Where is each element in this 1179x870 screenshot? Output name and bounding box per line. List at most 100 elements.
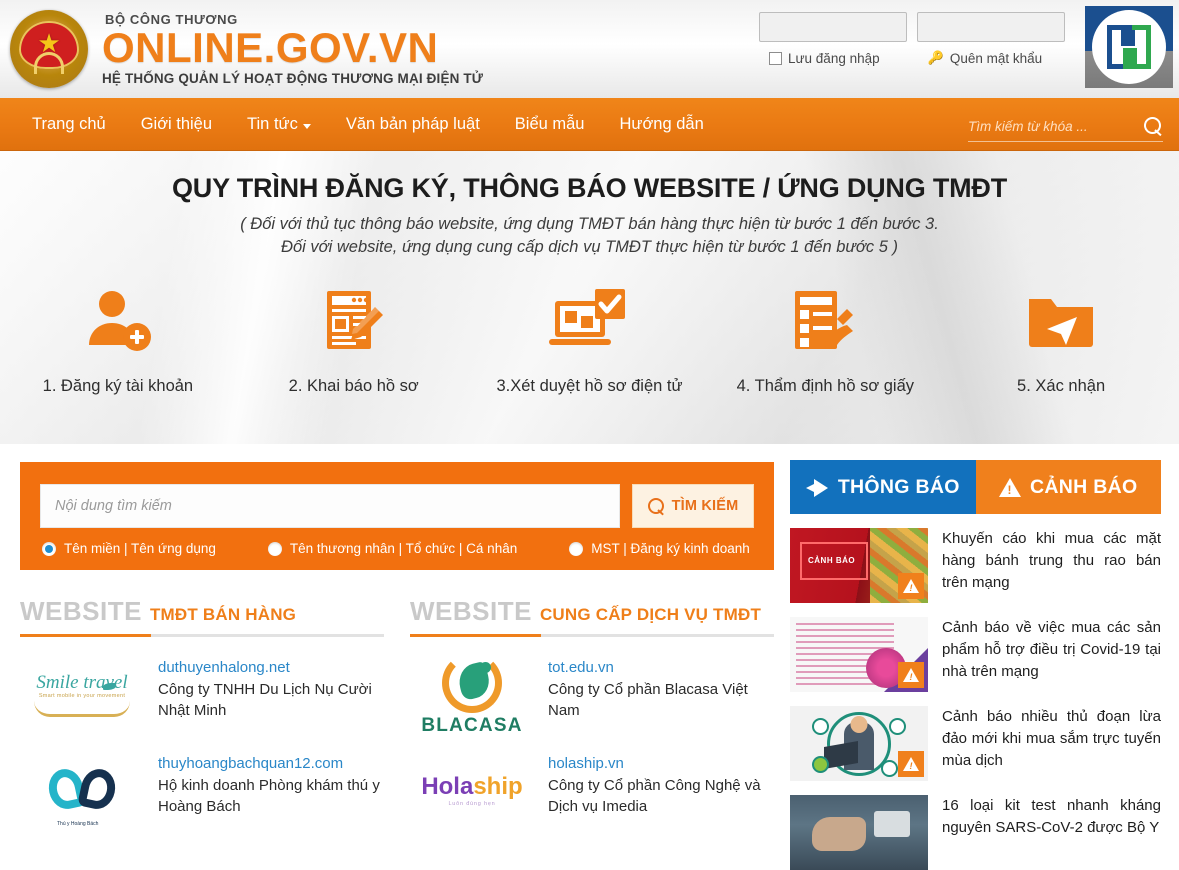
document-edit-icon [236, 281, 472, 363]
right-sidebar: THÔNG BÁO CẢNH BÁO CẢNH BÁO Khuyến cáo k… [790, 444, 1179, 870]
megaphone-icon [805, 478, 829, 497]
warning-badge-icon [898, 751, 924, 777]
website-company-name: Hộ kinh doanh Phòng khám thú y Hoàng Bác… [158, 777, 380, 816]
nav-item-tin-tuc[interactable]: Tin tức [245, 111, 313, 138]
website-company-name: Công ty Cổ phần Blacasa Việt Nam [548, 681, 748, 720]
news-list: CẢNH BÁO Khuyến cáo khi mua các mặt hàng… [790, 528, 1161, 870]
password-field[interactable] [917, 12, 1065, 42]
header-search [968, 117, 1163, 142]
brand-text: BỘ CÔNG THƯƠNG ONLINE.GOV.VN HỆ THỐNG QU… [102, 12, 483, 86]
section-title-accent: CUNG CẤP DỊCH VỤ TMĐT [539, 605, 762, 624]
nav-label: Hướng dẫn [619, 115, 704, 133]
brand-block: ★ BỘ CÔNG THƯƠNG ONLINE.GOV.VN HỆ THỐNG … [0, 10, 483, 88]
nav-item-trang-chu[interactable]: Trang chủ [30, 111, 108, 138]
news-title[interactable]: Cảnh báo về việc mua các sản phẩm hỗ trợ… [942, 617, 1161, 683]
national-emblem-icon: ★ [10, 10, 88, 88]
news-item[interactable]: CẢNH BÁO Khuyến cáo khi mua các mặt hàng… [790, 528, 1161, 603]
hero-subtitle-line1: ( Đối với thủ tục thông báo website, ứng… [240, 215, 939, 233]
main-navigation: Trang chủ Giới thiệu Tin tức Văn bản phá… [0, 98, 1179, 151]
forgot-password-link[interactable]: 🔑 Quên mật khẩu [928, 50, 1043, 66]
tab-canh-bao[interactable]: CẢNH BÁO [975, 460, 1161, 514]
website-meta: holaship.vn Công ty Cổ phần Công Nghệ và… [548, 753, 774, 818]
process-steps: 1. Đăng ký tài khoản 2. Khai báo hồ sơ 3… [0, 281, 1179, 396]
holaship-logo-icon: Holaship Luôn đúng hẹn [421, 772, 523, 807]
registry-search-options: Tên miền | Tên ứng dụng Tên thương nhân … [40, 541, 754, 556]
process-step-5: 5. Xác nhận [943, 281, 1179, 396]
smile-travel-logo-icon: Smile travel Smart mobile in your moveme… [20, 657, 144, 733]
website-list-item[interactable]: Holaship Luôn đúng hẹn holaship.vn Công … [410, 753, 774, 829]
process-step-label: 2. Khai báo hồ sơ [288, 376, 419, 395]
website-sections: WEBSITE TMĐT BÁN HÀNG Smile travel Smart… [20, 596, 774, 829]
website-company-name: Công ty TNHH Du Lịch Nụ Cười Nhật Minh [158, 681, 372, 720]
news-item[interactable]: Cảnh báo về việc mua các sản phẩm hỗ trợ… [790, 617, 1161, 692]
website-domain-link[interactable]: tot.edu.vn [548, 659, 774, 676]
website-domain-link[interactable]: thuyhoangbachquan12.com [158, 755, 384, 772]
website-list-item[interactable]: Smile travel Smart mobile in your moveme… [20, 657, 384, 733]
news-title[interactable]: Khuyến cáo khi mua các mặt hàng bánh tru… [942, 528, 1161, 594]
news-title[interactable]: Cảnh báo nhiều thủ đoạn lừa đảo mới khi … [942, 706, 1161, 772]
radio-dot-icon [267, 541, 282, 556]
news-item[interactable]: Cảnh báo nhiều thủ đoạn lừa đảo mới khi … [790, 706, 1161, 781]
tab-label: THÔNG BÁO [837, 475, 960, 498]
folder-send-icon [943, 281, 1179, 363]
nav-item-bieu-mau[interactable]: Biểu mẫu [513, 111, 587, 138]
login-area: Lưu đăng nhập 🔑 Quên mật khẩu [759, 0, 1179, 98]
org-logo-badge [1085, 6, 1173, 88]
website-domain-link[interactable]: holaship.vn [548, 755, 774, 772]
nav-item-huong-dan[interactable]: Hướng dẫn [618, 111, 706, 138]
login-fields [759, 10, 1065, 42]
radio-ten-thuong-nhan[interactable]: Tên thương nhân | Tổ chức | Cá nhân [267, 541, 517, 556]
website-domain-link[interactable]: duthuyenhalong.net [158, 659, 384, 676]
checklist-sign-icon [707, 281, 943, 363]
warning-badge-icon [898, 662, 924, 688]
site-tagline: HỆ THỐNG QUẢN LÝ HOẠT ĐỘNG THƯƠNG MẠI ĐI… [102, 70, 484, 86]
radio-ten-mien[interactable]: Tên miền | Tên ứng dụng [42, 541, 216, 556]
emblem-gear-icon [34, 52, 64, 75]
website-list-item[interactable]: Thú y Hoàng Bách thuyhoangbachquan12.com… [20, 753, 384, 829]
nav-items: Trang chủ Giới thiệu Tin tức Văn bản phá… [0, 111, 706, 138]
radio-dot-icon [42, 541, 56, 556]
website-meta: duthuyenhalong.net Công ty TNHH Du Lịch … [158, 657, 384, 722]
news-thumb-caption: CẢNH BÁO [808, 556, 856, 565]
radio-mst[interactable]: MST | Đăng ký kinh doanh [569, 541, 750, 556]
tab-thong-bao[interactable]: THÔNG BÁO [790, 460, 976, 514]
warning-triangle-icon [999, 477, 1021, 497]
registry-search-input[interactable] [40, 484, 620, 528]
chevron-down-icon [302, 123, 311, 129]
news-thumbnail [790, 706, 928, 781]
website-section-ban-hang: WEBSITE TMĐT BÁN HÀNG Smile travel Smart… [20, 596, 384, 829]
warning-badge-icon [898, 573, 924, 599]
nav-item-van-ban-phap-luat[interactable]: Văn bản pháp luật [344, 111, 482, 138]
radio-dot-icon [569, 541, 584, 556]
process-step-label: 4. Thẩm định hồ sơ giấy [736, 376, 915, 395]
search-icon [647, 497, 665, 515]
header-search-input[interactable] [968, 119, 1118, 134]
site-name: ONLINE.GOV.VN [102, 24, 439, 72]
website-company-name: Công ty Cổ phần Công Nghệ và Dịch vụ Ime… [548, 777, 761, 816]
registry-search-button-label: TÌM KIẾM [671, 498, 739, 514]
hero-subtitle-line2: Đối với website, ứng dụng cung cấp dịch … [281, 237, 898, 256]
registry-search-button[interactable]: TÌM KIẾM [632, 484, 754, 528]
news-thumbnail: CẢNH BÁO [790, 528, 928, 603]
section-underline [20, 634, 384, 637]
website-list-item[interactable]: BLACASA tot.edu.vn Công ty Cổ phần Blaca… [410, 657, 774, 733]
website-meta: thuyhoangbachquan12.com Hộ kinh doanh Ph… [158, 753, 384, 818]
blacasa-logo-icon: BLACASA [410, 657, 534, 733]
nav-label: Biểu mẫu [514, 115, 585, 133]
nav-item-gioi-thieu[interactable]: Giới thiệu [139, 111, 214, 138]
forgot-password-label: Quên mật khẩu [949, 50, 1043, 66]
section-underline [410, 634, 774, 637]
remember-login-checkbox[interactable]: Lưu đăng nhập [769, 51, 880, 66]
thu-y-hoang-bach-logo-icon: Thú y Hoàng Bách [20, 753, 144, 829]
hero-title: QUY TRÌNH ĐĂNG KÝ, THÔNG BÁO WEBSITE / Ứ… [172, 173, 1007, 203]
process-step-1: 1. Đăng ký tài khoản [0, 281, 236, 396]
news-title[interactable]: 16 loại kit test nhanh kháng nguyên SARS… [942, 795, 1161, 839]
tab-label: CẢNH BÁO [1030, 475, 1138, 498]
username-field[interactable] [759, 12, 907, 42]
laptop-check-icon [472, 281, 708, 363]
section-title-accent: TMĐT BÁN HÀNG [149, 605, 297, 624]
org-logo-glyph-icon [1107, 25, 1151, 69]
search-icon[interactable] [1144, 117, 1163, 136]
nav-label: Tin tức [247, 115, 298, 133]
site-header: ★ BỘ CÔNG THƯƠNG ONLINE.GOV.VN HỆ THỐNG … [0, 0, 1179, 98]
